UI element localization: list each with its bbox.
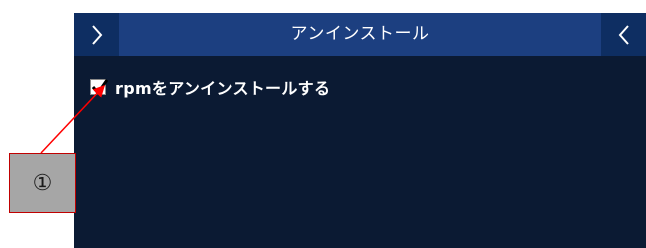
uninstall-panel: アンインストール rpmをアンインストールする [74, 13, 646, 248]
collapse-button[interactable] [601, 13, 646, 56]
checkmark-icon [91, 79, 109, 96]
annotation-marker-box: ① [9, 153, 76, 213]
uninstall-rpm-label: rpmをアンインストールする [115, 79, 331, 98]
uninstall-rpm-option[interactable]: rpmをアンインストールする [90, 75, 330, 99]
panel-title: アンインストール [290, 24, 430, 44]
chevron-right-icon [91, 24, 102, 45]
panel-titlebar: アンインストール [74, 13, 646, 56]
chevron-left-icon [618, 24, 629, 45]
screenshot-stage: アンインストール rpmをアンインストールする ① [0, 0, 646, 248]
expand-button[interactable] [74, 13, 119, 56]
uninstall-rpm-checkbox[interactable] [90, 79, 109, 96]
annotation-marker: ① [32, 170, 53, 196]
